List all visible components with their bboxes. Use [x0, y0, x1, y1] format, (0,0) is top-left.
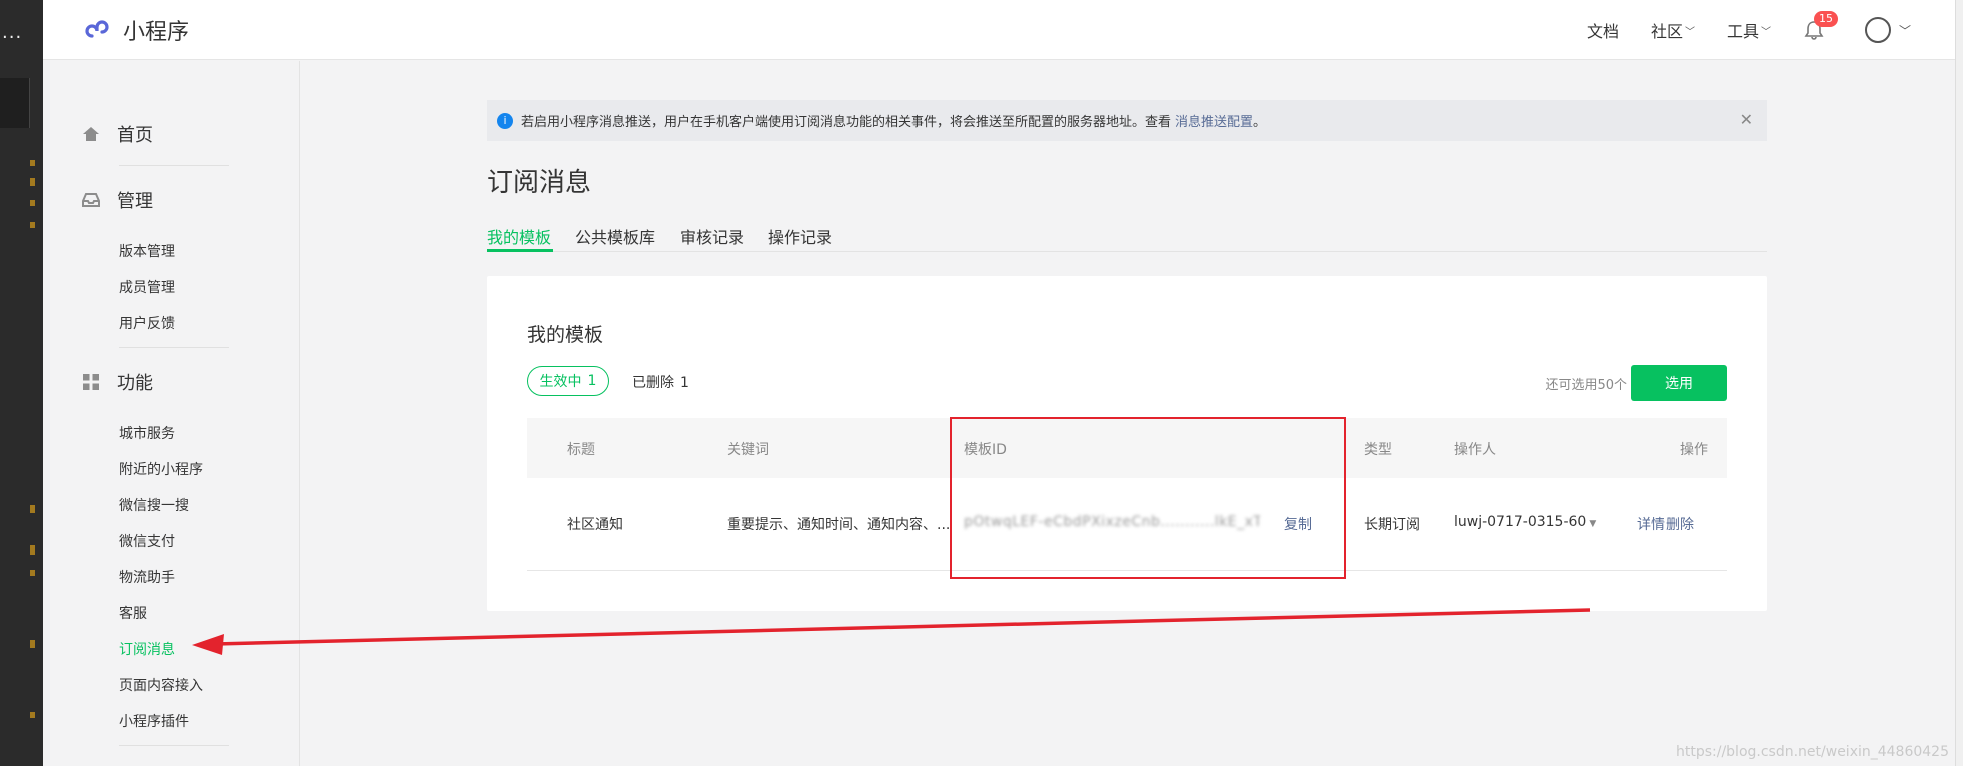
notice-tail: 。	[1253, 115, 1267, 130]
row-title: 社区通知	[567, 517, 623, 533]
sidebar: 首页 管理 版本管理 成员管理 用户反馈 功能 城市服务 附近的小程序 微信搜一…	[43, 61, 300, 766]
filter-deleted-count: 1	[680, 375, 689, 391]
gutter-marker	[30, 160, 35, 166]
top-bar: 小程序 文档 社区 ﹀ 工具 ﹀ 15 ﹀	[43, 0, 1963, 766]
sidebar-divider	[119, 165, 229, 166]
more-ellipsis[interactable]: ...	[2, 22, 22, 43]
sidebar-divider	[119, 745, 229, 746]
chevron-down-icon[interactable]: ﹀	[1899, 22, 1911, 39]
sidebar-item-home[interactable]: 首页	[81, 121, 153, 147]
info-icon: i	[497, 112, 513, 129]
gutter-marker	[30, 505, 35, 513]
filter-active-count: 1	[587, 373, 597, 389]
notification-badge: 15	[1813, 11, 1838, 27]
sidebar-item-members[interactable]: 成员管理	[119, 277, 175, 297]
col-title: 标题	[567, 442, 595, 458]
page-title: 订阅消息	[487, 168, 592, 198]
notification-bell[interactable]: 15	[1803, 11, 1838, 41]
delete-link[interactable]: 删除	[1666, 514, 1694, 534]
filter-deleted-label: 已删除	[632, 375, 674, 391]
gutter-marker	[30, 640, 35, 648]
editor-side-strip: ...	[0, 0, 43, 766]
col-operator: 操作人	[1454, 442, 1496, 458]
col-type: 类型	[1364, 442, 1392, 458]
sidebar-item-nearby[interactable]: 附近的小程序	[119, 459, 203, 479]
tab-bar: 我的模板 公共模板库 审核记录 操作记录	[487, 220, 1767, 252]
miniprogram-logo-icon	[85, 20, 109, 38]
caret-down-icon: ▼	[1589, 519, 1597, 529]
notice-text: 若启用小程序消息推送，用户在手机客户端使用订阅消息功能的相关事件，将会推送至所配…	[521, 115, 1172, 130]
tab-my-templates[interactable]: 我的模板	[487, 224, 551, 248]
tab-public-library[interactable]: 公共模板库	[575, 224, 655, 248]
nav-community-label: 社区	[1650, 22, 1683, 41]
top-nav: 文档 社区 ﹀ 工具 ﹀ 15 ﹀	[1587, 0, 1963, 60]
remaining-count: 还可选用50个	[1545, 378, 1627, 393]
sidebar-item-city-service[interactable]: 城市服务	[119, 423, 175, 443]
sidebar-item-feedback[interactable]: 用户反馈	[119, 313, 175, 333]
editor-panel	[0, 78, 30, 128]
tab-review-records[interactable]: 审核记录	[680, 224, 744, 248]
vertical-scrollbar[interactable]	[1955, 0, 1963, 766]
nav-docs-label: 文档	[1586, 22, 1619, 41]
push-config-link[interactable]: 消息推送配置	[1175, 111, 1253, 130]
col-actions: 操作	[1680, 442, 1708, 458]
sidebar-section-label: 首页	[117, 125, 153, 146]
sidebar-item-subscribe-message[interactable]: 订阅消息	[119, 639, 175, 659]
filter-active[interactable]: 生效中 1	[527, 366, 609, 396]
gutter-marker	[30, 222, 35, 228]
close-icon[interactable]: ✕	[1740, 110, 1753, 129]
sidebar-item-version[interactable]: 版本管理	[119, 241, 175, 261]
notice-bar: i 若启用小程序消息推送，用户在手机客户端使用订阅消息功能的相关事件，将会推送至…	[487, 100, 1767, 141]
gutter-marker	[30, 712, 35, 718]
active-tab-indicator	[487, 249, 553, 252]
sidebar-item-page-content[interactable]: 页面内容接入	[119, 675, 203, 695]
row-keywords: 重要提示、通知时间、通知内容、...	[727, 517, 951, 533]
grid-icon	[83, 374, 99, 390]
filter-deleted[interactable]: 已删除 1	[632, 372, 689, 392]
row-type: 长期订阅	[1364, 517, 1420, 533]
sidebar-item-plugins[interactable]: 小程序插件	[119, 711, 189, 731]
col-keywords: 关键词	[727, 442, 769, 458]
inbox-icon	[82, 193, 100, 207]
sidebar-section-label: 管理	[117, 191, 153, 212]
filter-active-label: 生效中	[539, 374, 582, 390]
home-icon	[83, 127, 99, 141]
brand-name: 小程序	[123, 20, 190, 45]
sidebar-divider	[119, 347, 229, 348]
watermark: https://blog.csdn.net/weixin_44860425	[1675, 744, 1949, 760]
panel-title: 我的模板	[527, 324, 604, 346]
annotation-highlight-box	[950, 417, 1346, 579]
sidebar-section-manage[interactable]: 管理	[81, 187, 153, 213]
gutter-marker	[30, 178, 35, 186]
gutter-marker	[30, 570, 35, 576]
nav-tools[interactable]: 工具 ﹀	[1727, 18, 1771, 42]
brand[interactable]: 小程序	[83, 14, 189, 46]
detail-link[interactable]: 详情	[1637, 514, 1665, 534]
gutter-marker	[30, 545, 35, 555]
select-template-button[interactable]: 选用	[1631, 365, 1727, 401]
sidebar-section-label: 功能	[117, 373, 153, 394]
sidebar-item-wechat-search[interactable]: 微信搜一搜	[119, 495, 189, 515]
chevron-down-icon: ﹀	[1760, 26, 1771, 38]
sidebar-item-customer-service[interactable]: 客服	[119, 603, 147, 623]
chevron-down-icon: ﹀	[1684, 26, 1695, 38]
row-operator[interactable]: luwj-0717-0315-60 ▼	[1454, 514, 1596, 530]
avatar[interactable]	[1864, 17, 1891, 43]
nav-community[interactable]: 社区 ﹀	[1651, 18, 1695, 42]
gutter-marker	[30, 200, 35, 206]
sidebar-section-features[interactable]: 功能	[81, 369, 153, 395]
sidebar-item-wechat-pay[interactable]: 微信支付	[119, 531, 175, 551]
tab-operation-records[interactable]: 操作记录	[768, 224, 832, 248]
sidebar-item-logistics[interactable]: 物流助手	[119, 567, 175, 587]
nav-docs[interactable]: 文档	[1587, 18, 1619, 42]
nav-tools-label: 工具	[1726, 22, 1759, 41]
operator-name: luwj-0717-0315-60	[1454, 514, 1587, 530]
